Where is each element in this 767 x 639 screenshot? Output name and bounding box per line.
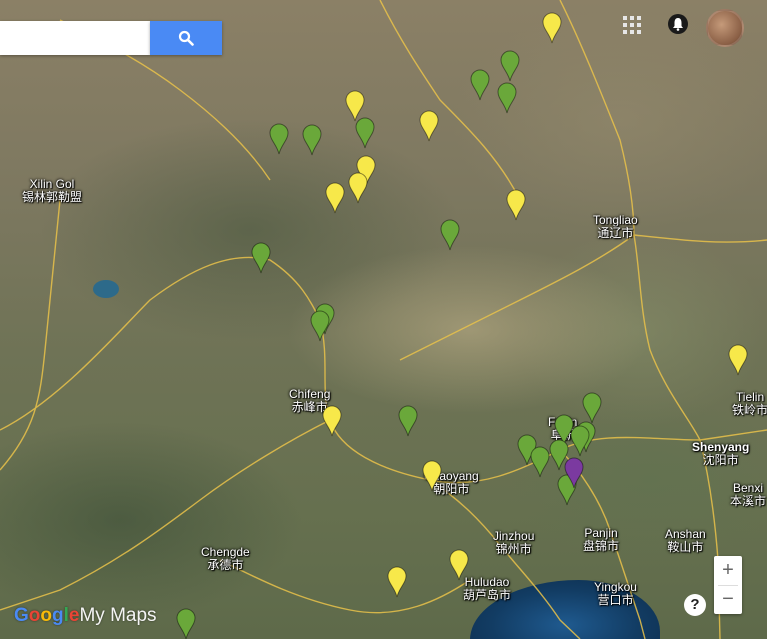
map-marker-yellow[interactable] [387,566,407,598]
map-marker-green[interactable] [302,124,322,156]
search-box[interactable] [0,21,150,56]
apps-grid-icon[interactable] [622,15,642,40]
map-marker-green[interactable] [355,117,375,149]
map-marker-yellow[interactable] [345,90,365,122]
notifications-icon[interactable] [667,13,689,40]
map-marker-green[interactable] [497,82,517,114]
marker-layer[interactable] [0,0,767,639]
map-marker-yellow[interactable] [322,405,342,437]
map-marker-green[interactable] [398,405,418,437]
search-icon [178,30,194,46]
map-marker-green[interactable] [176,608,196,639]
map-marker-yellow[interactable] [422,460,442,492]
zoom-in-button[interactable]: + [714,556,742,585]
map-marker-green[interactable] [269,123,289,155]
my-maps-text: My Maps [79,605,157,626]
map-marker-yellow[interactable] [449,549,469,581]
user-avatar[interactable] [706,9,744,47]
map-marker-green[interactable] [440,219,460,251]
map-marker-green[interactable] [251,242,271,274]
zoom-control: + − [714,556,742,614]
map-marker-green[interactable] [310,310,330,342]
map-marker-yellow[interactable] [325,182,345,214]
map-marker-yellow[interactable] [728,344,748,376]
search-button[interactable] [150,21,222,55]
search-input[interactable] [4,22,148,56]
map-marker-green[interactable] [470,69,490,101]
zoom-out-button[interactable]: − [714,585,742,614]
map-marker-green[interactable] [500,50,520,82]
help-button[interactable]: ? [684,594,706,616]
map-marker-green[interactable] [582,392,602,424]
map-marker-yellow[interactable] [348,172,368,204]
google-my-maps-logo: GoogleMy Maps [14,605,157,626]
map-marker-green[interactable] [530,446,550,478]
map-marker-yellow[interactable] [419,110,439,142]
satellite-map[interactable]: Xilin Gol 锡林郭勒盟 Tongliao 通辽市 Chifeng 赤峰市… [0,0,767,639]
map-marker-yellow[interactable] [542,12,562,44]
map-marker-yellow[interactable] [506,189,526,221]
